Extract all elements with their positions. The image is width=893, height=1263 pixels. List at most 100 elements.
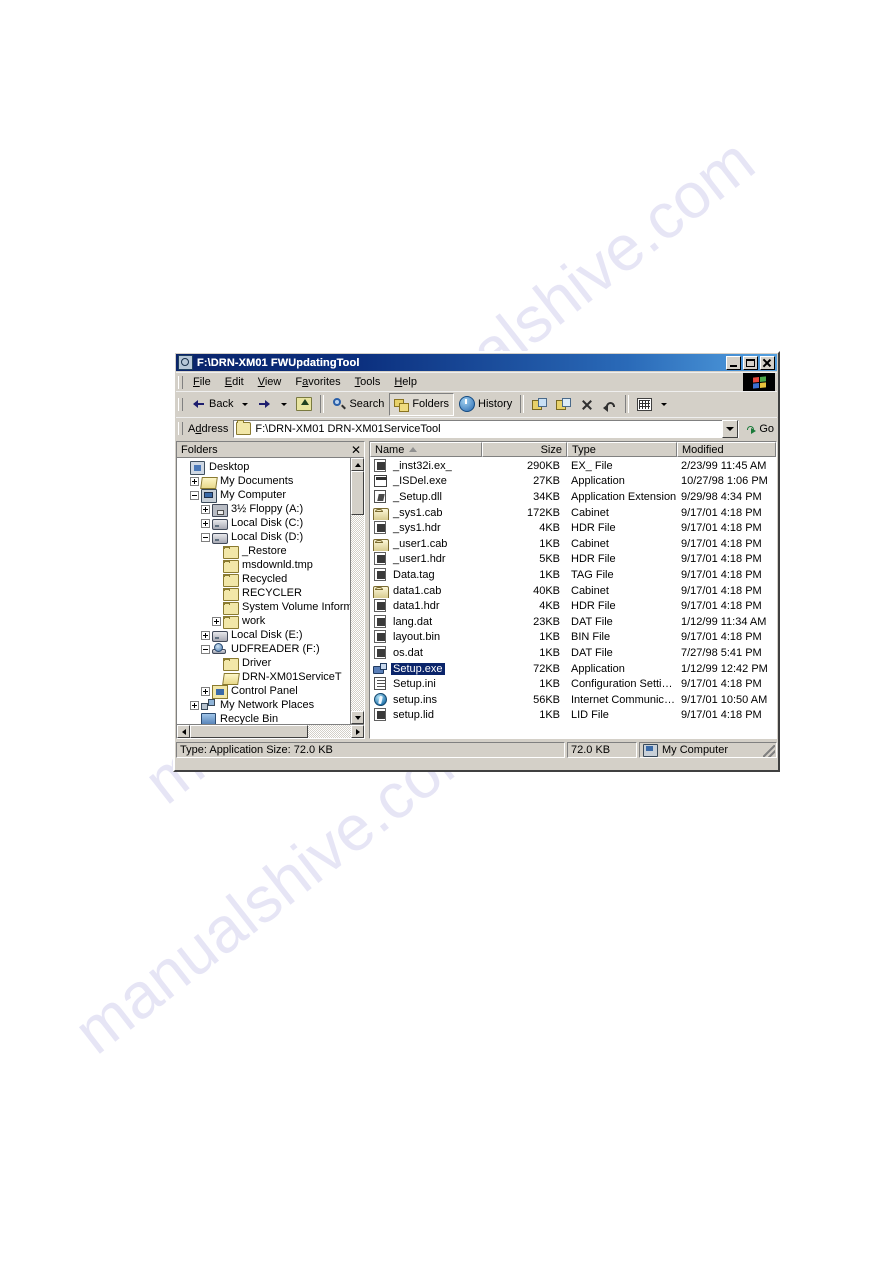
tree-item[interactable]: My Computer — [179, 488, 350, 503]
menu-drag-grip[interactable] — [178, 375, 183, 389]
tree-item[interactable]: Local Disk (C:) — [179, 516, 350, 530]
tree-item[interactable]: _Restore — [179, 544, 350, 559]
tree-item[interactable]: My Documents — [179, 474, 350, 489]
file-name-cell[interactable]: data1.hdr — [370, 599, 482, 613]
address-input[interactable]: F:\DRN-XM01 DRN-XM01ServiceTool — [233, 419, 740, 438]
tree-item[interactable]: Control Panel — [179, 684, 350, 699]
column-header-modified[interactable]: Modified — [677, 442, 776, 457]
column-header-name[interactable]: Name — [370, 442, 482, 457]
tree-item[interactable]: My Network Places — [179, 698, 350, 712]
views-dropdown-icon[interactable] — [661, 402, 668, 406]
menu-item-edit[interactable]: Edit — [218, 375, 251, 389]
file-name-cell[interactable]: _sys1.hdr — [370, 521, 482, 535]
address-drag-grip[interactable] — [178, 422, 183, 435]
tree-item[interactable]: work — [179, 614, 350, 629]
scroll-up-arrow-icon[interactable] — [351, 458, 364, 471]
window-title-bar[interactable]: F:\DRN-XM01 FWUpdatingTool — [176, 354, 777, 371]
file-list-row[interactable]: data1.hdr 4KB HDR File 9/17/01 4:18 PM — [370, 598, 776, 614]
collapse-minus-icon[interactable] — [201, 532, 210, 542]
menu-item-tools[interactable]: Tools — [348, 375, 388, 389]
file-name-cell[interactable]: Setup.exe — [370, 662, 482, 676]
history-button[interactable]: History — [454, 393, 517, 416]
folders-button[interactable]: Folders — [389, 392, 455, 416]
close-folders-pane-icon[interactable]: ✕ — [351, 444, 361, 456]
file-list-row[interactable]: _user1.hdr 5KB HDR File 9/17/01 4:18 PM — [370, 552, 776, 568]
file-list-row[interactable]: layout.bin 1KB BIN File 9/17/01 4:18 PM — [370, 630, 776, 646]
tree-item[interactable]: 3½ Floppy (A:) — [179, 502, 350, 517]
forward-dropdown-icon[interactable] — [281, 402, 288, 406]
scroll-left-arrow-icon[interactable] — [177, 725, 190, 738]
file-name-cell[interactable]: Data.tag — [370, 567, 482, 582]
minimize-button[interactable] — [726, 355, 741, 370]
tree-item[interactable]: Desktop — [179, 460, 350, 475]
file-name-cell[interactable]: _ISDel.exe — [370, 474, 482, 488]
file-name-cell[interactable]: _user1.cab — [370, 537, 482, 551]
file-list-row[interactable]: lang.dat 23KB DAT File 1/12/99 11:34 AM — [370, 614, 776, 630]
menu-item-help[interactable]: Help — [387, 375, 424, 389]
toolbar-drag-grip[interactable] — [178, 397, 183, 411]
scroll-right-arrow-icon[interactable] — [351, 725, 364, 738]
expand-plus-icon[interactable] — [212, 616, 221, 626]
file-list-row[interactable]: _ISDel.exe 27KB Application 10/27/98 1:06 P… — [370, 474, 776, 490]
views-button[interactable] — [632, 393, 657, 416]
expand-plus-icon[interactable] — [201, 518, 210, 528]
tree-item[interactable]: Local Disk (E:) — [179, 628, 350, 642]
expand-plus-icon[interactable] — [201, 686, 210, 696]
close-button[interactable] — [760, 355, 775, 370]
scroll-thumb[interactable] — [351, 471, 364, 515]
folders-horizontal-scrollbar[interactable] — [177, 724, 364, 738]
window-resize-grip[interactable] — [763, 745, 775, 757]
maximize-button[interactable] — [743, 355, 758, 370]
move-to-button[interactable] — [527, 393, 551, 416]
search-button[interactable]: Search — [327, 393, 389, 416]
file-list-row[interactable]: os.dat 1KB DAT File 7/27/98 5:41 PM — [370, 645, 776, 661]
forward-button[interactable] — [252, 393, 277, 416]
collapse-minus-icon[interactable] — [190, 490, 199, 500]
file-name-cell[interactable]: setup.lid — [370, 708, 482, 722]
menu-item-favorites[interactable]: Favorites — [288, 375, 347, 389]
tree-item[interactable]: RECYCLER — [179, 586, 350, 601]
file-name-cell[interactable]: Setup.ini — [370, 677, 482, 691]
tree-item[interactable]: UDFREADER (F:) — [179, 642, 350, 656]
tree-item[interactable]: Local Disk (D:) — [179, 530, 350, 544]
file-list-row[interactable]: _sys1.cab 172KB Cabinet 9/17/01 4:18 PM — [370, 505, 776, 521]
file-list-row[interactable]: _inst32i.ex_ 290KB EX_ File 2/23/99 11:45 A… — [370, 458, 776, 474]
up-button[interactable] — [291, 393, 317, 416]
file-list-row[interactable]: data1.cab 40KB Cabinet 9/17/01 4:18 PM — [370, 583, 776, 599]
file-list-row[interactable]: _sys1.hdr 4KB HDR File 9/17/01 4:18 PM — [370, 520, 776, 536]
file-list-row[interactable]: setup.ins 56KB Internet Communicati... 9/17… — [370, 692, 776, 708]
file-list-row[interactable]: Setup.exe 72KB Application 1/12/99 12:42 PM — [370, 661, 776, 677]
go-button[interactable]: Go — [739, 423, 777, 435]
file-name-cell[interactable]: layout.bin — [370, 630, 482, 644]
folders-vertical-scrollbar[interactable] — [350, 458, 364, 724]
file-list-row[interactable]: _user1.cab 1KB Cabinet 9/17/01 4:18 PM — [370, 536, 776, 552]
file-name-cell[interactable]: setup.ins — [370, 692, 482, 707]
tree-item[interactable]: Recycle Bin — [179, 712, 350, 724]
expand-plus-icon[interactable] — [190, 476, 199, 486]
undo-button[interactable] — [598, 393, 622, 416]
address-dropdown-button[interactable] — [722, 419, 739, 438]
file-name-cell[interactable]: _user1.hdr — [370, 552, 482, 566]
file-list-row[interactable]: setup.lid 1KB LID File 9/17/01 4:18 PM — [370, 708, 776, 724]
back-button[interactable]: Back — [186, 393, 238, 416]
column-header-type[interactable]: Type — [567, 442, 677, 457]
scroll-track[interactable] — [351, 471, 364, 711]
tree-item[interactable]: Recycled — [179, 572, 350, 587]
file-name-cell[interactable]: os.dat — [370, 645, 482, 660]
scroll-thumb-horizontal[interactable] — [190, 725, 308, 738]
scroll-down-arrow-icon[interactable] — [351, 711, 364, 724]
file-name-cell[interactable]: _inst32i.ex_ — [370, 458, 482, 473]
back-dropdown-icon[interactable] — [242, 402, 249, 406]
file-list-row[interactable]: Setup.ini 1KB Configuration Settings 9/17/0… — [370, 676, 776, 692]
column-header-size[interactable]: Size — [482, 442, 567, 457]
tree-item[interactable]: System Volume Inform — [179, 600, 350, 615]
copy-to-button[interactable] — [551, 393, 575, 416]
expand-plus-icon[interactable] — [190, 700, 199, 710]
tree-item[interactable]: Driver — [179, 656, 350, 671]
file-name-cell[interactable]: data1.cab — [370, 584, 482, 598]
file-list-row[interactable]: Data.tag 1KB TAG File 9/17/01 4:18 PM — [370, 567, 776, 583]
file-name-cell[interactable]: _Setup.dll — [370, 489, 482, 504]
scroll-track-horizontal[interactable] — [190, 725, 351, 738]
expand-plus-icon[interactable] — [201, 504, 210, 514]
file-name-cell[interactable]: _sys1.cab — [370, 506, 482, 520]
